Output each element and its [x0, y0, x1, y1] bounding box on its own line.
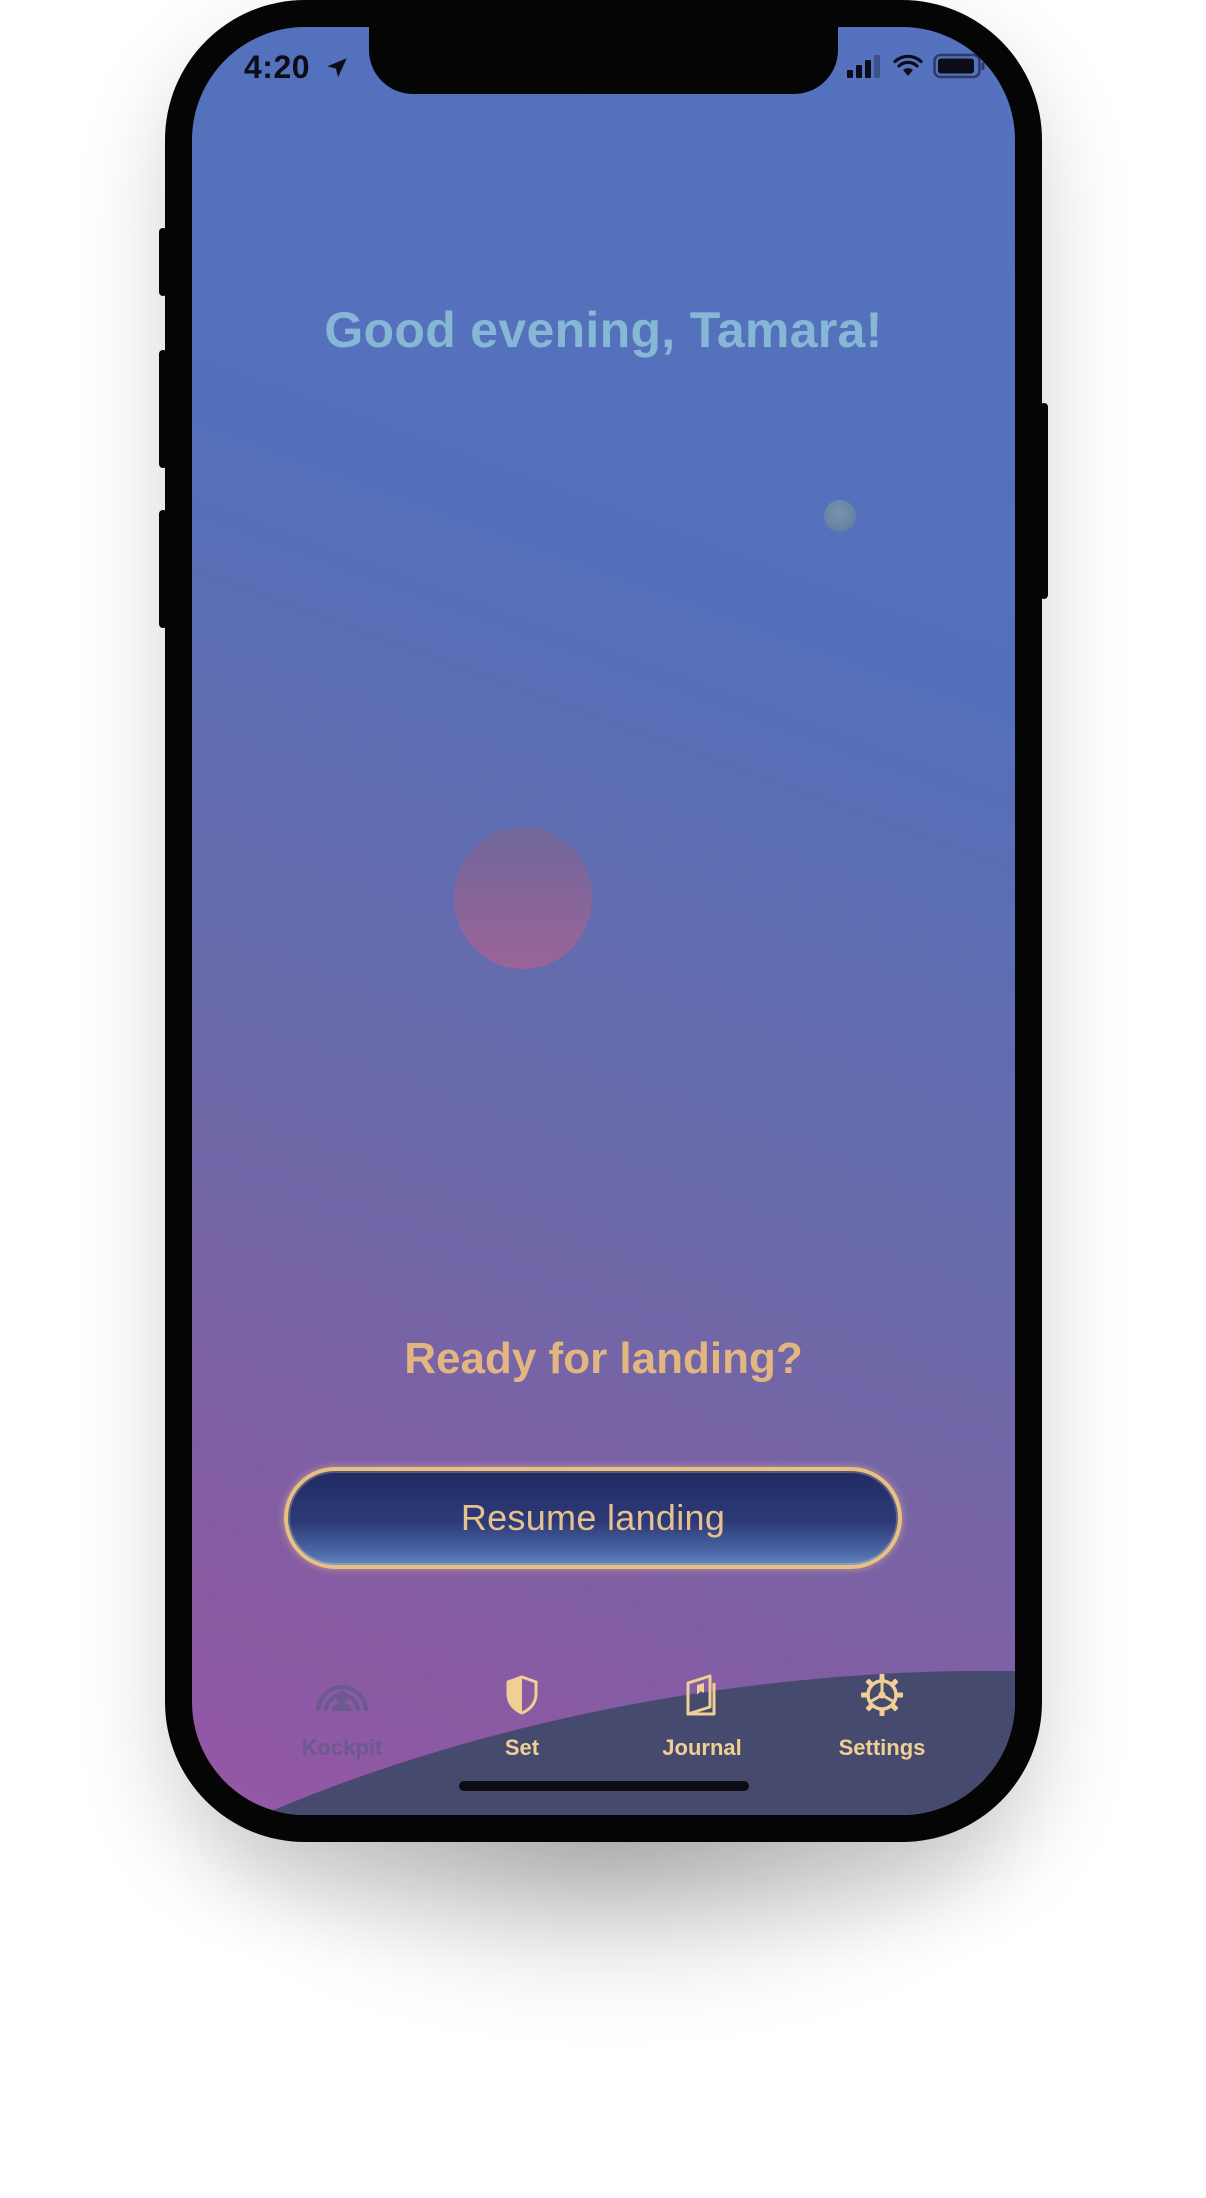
mute-switch — [159, 228, 167, 296]
tab-set[interactable]: Set — [442, 1667, 602, 1761]
cockpit-icon — [316, 1685, 368, 1712]
tab-settings[interactable]: Settings — [802, 1667, 962, 1761]
tab-set-label: Set — [504, 1735, 540, 1760]
small-orb — [824, 500, 856, 532]
tab-journal-label: Journal — [662, 1735, 742, 1760]
tab-journal[interactable]: Journal — [622, 1667, 782, 1761]
home-indicator[interactable] — [459, 1781, 749, 1791]
power-button — [1040, 403, 1048, 599]
phone-frame: 4:20 Good evening, Tamara! Ready for lan… — [159, 0, 1048, 1842]
wifi-icon — [893, 54, 923, 76]
app-screen: 4:20 Good evening, Tamara! Ready for lan… — [192, 27, 1015, 1815]
resume-landing-label: Resume landing — [460, 1497, 726, 1538]
battery-icon — [933, 53, 985, 79]
status-time: 4:20 — [244, 49, 311, 85]
gear-icon — [861, 1674, 903, 1716]
greeting-heading: Good evening, Tamara! — [324, 302, 883, 358]
journal-icon — [686, 1674, 716, 1716]
status-indicators — [847, 53, 987, 79]
tab-settings-label: Settings — [838, 1735, 926, 1760]
landing-question: Ready for landing? — [404, 1334, 803, 1383]
tab-kockpit-label: Kockpit — [301, 1735, 383, 1760]
location-arrow-icon — [327, 58, 347, 78]
planet-orb — [454, 827, 592, 969]
tab-kockpit[interactable]: Kockpit — [262, 1667, 422, 1761]
shield-icon — [506, 1675, 538, 1715]
cellular-signal-icon — [847, 55, 880, 78]
notch — [369, 27, 838, 94]
volume-down-button — [159, 510, 167, 628]
volume-up-button — [159, 350, 167, 468]
resume-landing-button[interactable]: Resume landing — [284, 1467, 902, 1569]
